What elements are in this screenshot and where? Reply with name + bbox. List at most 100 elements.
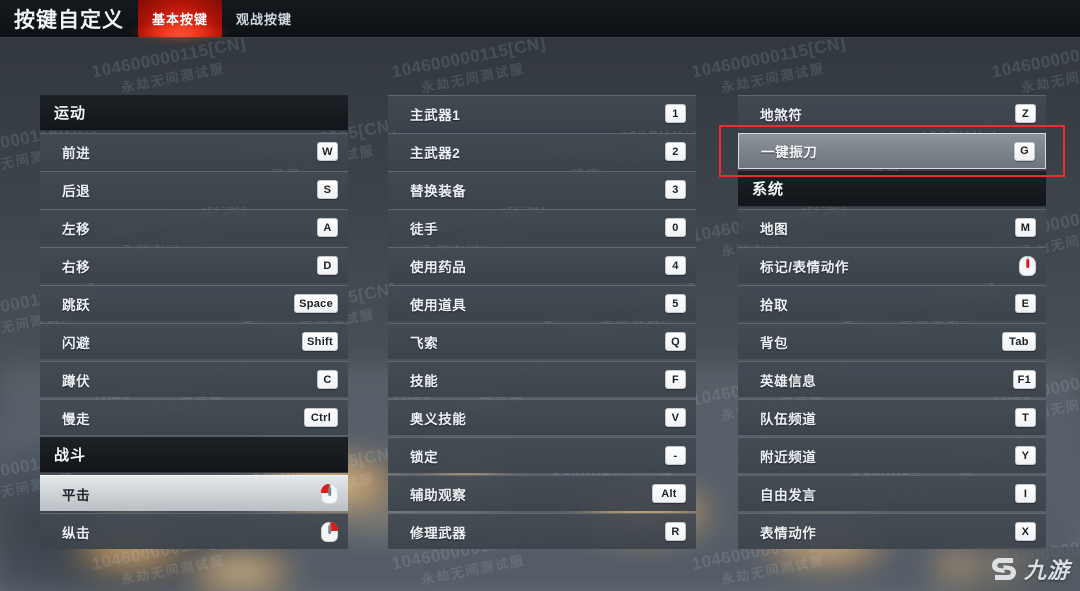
keybind-label: 主武器2 [410, 145, 461, 161]
keybind-label: 背包 [760, 335, 789, 351]
keybind-row[interactable]: 后退 S [40, 171, 348, 207]
keybind-key-badge[interactable]: I [1015, 484, 1036, 503]
keybind-row[interactable]: 平击 [40, 475, 348, 511]
keybind-row[interactable]: 使用药品 4 [388, 247, 696, 283]
keybind-row[interactable]: 闪避 Shift [40, 323, 348, 359]
keybind-key-badge[interactable]: F [665, 370, 686, 389]
keybind-label: 纵击 [62, 525, 91, 541]
keybind-row[interactable]: 跳跃 Space [40, 285, 348, 321]
keybind-row[interactable]: 标记/表情动作 [738, 247, 1046, 283]
keybind-row[interactable]: 奥义技能 V [388, 399, 696, 435]
keybind-key-badge[interactable]: Z [1015, 104, 1036, 123]
keybind-label: 右移 [62, 259, 91, 275]
keybind-row[interactable]: 技能 F [388, 361, 696, 397]
keybind-key-badge[interactable]: Tab [1002, 332, 1036, 351]
keybind-key-badge[interactable]: Alt [652, 484, 686, 503]
keybind-label: 一键振刀 [761, 145, 818, 160]
keybind-row[interactable]: 自由发言 I [738, 475, 1046, 511]
keybind-key-badge[interactable]: V [665, 408, 686, 427]
keybind-key-badge[interactable]: D [317, 256, 338, 275]
title-bar: 按键自定义 基本按键 观战按键 [0, 0, 1080, 38]
keybind-row[interactable]: 飞索 Q [388, 323, 696, 359]
keybind-label: 地图 [760, 221, 789, 237]
keybind-row[interactable]: 使用道具 5 [388, 285, 696, 321]
mouse-left-button-icon [321, 483, 338, 504]
keybind-row[interactable]: 慢走 Ctrl [40, 399, 348, 435]
keybind-label: 使用道具 [410, 297, 467, 313]
keybind-key-badge[interactable]: X [1015, 522, 1036, 541]
keybind-label: 跳跃 [62, 297, 91, 313]
keybind-label: 锁定 [410, 449, 439, 465]
keybind-key-badge[interactable]: 4 [665, 256, 686, 275]
keybind-label: 英雄信息 [760, 373, 817, 389]
keybind-label: 地煞符 [760, 107, 803, 123]
keybind-label: 后退 [62, 183, 91, 199]
keybind-row[interactable]: 右移 D [40, 247, 348, 283]
keybind-row[interactable]: 徒手 0 [388, 209, 696, 245]
mouse-middle-button-icon [1019, 255, 1036, 276]
keybind-row[interactable]: 主武器2 2 [388, 133, 696, 169]
column-3: 地煞符 Z 一键振刀 G 系统 地图 M 标记/表情动作 拾取 E 背包 Tab 英雄信息 F1 队伍频道 T… [719, 95, 1065, 551]
keybind-key-badge[interactable]: 2 [665, 142, 686, 161]
keybind-key-badge[interactable]: 5 [665, 294, 686, 313]
keybind-label: 自由发言 [760, 487, 817, 503]
keybind-key-badge[interactable]: S [317, 180, 338, 199]
keybind-key-badge[interactable]: C [317, 370, 338, 389]
keybind-row[interactable]: 辅助观察 Alt [388, 475, 696, 511]
keybind-key-badge[interactable]: E [1015, 294, 1036, 313]
keybind-row[interactable]: 英雄信息 F1 [738, 361, 1046, 397]
keybind-label: 前进 [62, 145, 91, 161]
page-title: 按键自定义 [14, 9, 124, 32]
keybind-label: 闪避 [62, 335, 91, 351]
keybind-key-badge[interactable]: Y [1015, 446, 1036, 465]
keybind-row[interactable]: 替换装备 3 [388, 171, 696, 207]
keybind-label: 拾取 [760, 297, 789, 313]
keybind-row[interactable]: 锁定 - [388, 437, 696, 473]
keybind-key-badge[interactable]: A [317, 218, 338, 237]
keybind-label: 主武器1 [410, 107, 461, 123]
column-2: 主武器1 1 主武器2 2 替换装备 3 徒手 0 使用药品 4 使用道具 5 飞索 Q 技能 F 奥义技能 V 锁… [388, 95, 696, 551]
keybind-label: 蹲伏 [62, 373, 91, 389]
jiuyou-logo-icon [989, 554, 1019, 584]
keybind-label: 奥义技能 [410, 411, 467, 427]
keybind-row[interactable]: 修理武器 R [388, 513, 696, 549]
tab-spectate-keys[interactable]: 观战按键 [222, 0, 306, 37]
keybind-label: 表情动作 [760, 525, 817, 541]
tab-basic-keys-label: 基本按键 [152, 11, 209, 27]
keybind-row[interactable]: 队伍频道 T [738, 399, 1046, 435]
keybind-key-badge[interactable]: 1 [665, 104, 686, 123]
keybind-label: 队伍频道 [760, 411, 817, 427]
keybind-key-badge[interactable]: M [1015, 218, 1036, 237]
section-header: 运动 [40, 95, 348, 131]
keybind-row[interactable]: 纵击 [40, 513, 348, 549]
keybind-key-badge[interactable]: W [317, 142, 338, 161]
keybind-key-badge[interactable]: - [665, 446, 686, 465]
keybind-key-badge[interactable]: 3 [665, 180, 686, 199]
keybind-row[interactable]: 地煞符 Z [738, 95, 1046, 131]
keybind-row[interactable]: 地图 M [738, 209, 1046, 245]
keybind-key-badge[interactable]: G [1014, 141, 1035, 161]
keybind-key-badge[interactable]: Shift [302, 332, 338, 351]
keybind-key-badge[interactable]: T [1015, 408, 1036, 427]
keybind-row[interactable]: 一键振刀 G [719, 125, 1065, 177]
keybind-columns: 运动 前进 W 后退 S 左移 A 右移 D 跳跃 Space 闪避 Shift 蹲伏 C 慢走 Ctrl 战斗平… [0, 38, 1080, 591]
keybind-row[interactable]: 表情动作 X [738, 513, 1046, 549]
keybind-row[interactable]: 拾取 E [738, 285, 1046, 321]
keybind-row[interactable]: 蹲伏 C [40, 361, 348, 397]
keybind-row[interactable]: 附近频道 Y [738, 437, 1046, 473]
keybind-label: 徒手 [410, 221, 439, 237]
keybind-label: 辅助观察 [410, 487, 467, 503]
mouse-right-button-icon [321, 521, 338, 542]
keybind-key-badge[interactable]: Q [665, 332, 686, 351]
jiuyou-watermark-logo: 九游 [989, 553, 1070, 585]
tab-basic-keys[interactable]: 基本按键 [138, 0, 223, 37]
keybind-row[interactable]: 背包 Tab [738, 323, 1046, 359]
keybind-row[interactable]: 左移 A [40, 209, 348, 245]
keybind-row[interactable]: 主武器1 1 [388, 95, 696, 131]
keybind-key-badge[interactable]: R [665, 522, 686, 541]
keybind-row[interactable]: 前进 W [40, 133, 348, 169]
keybind-key-badge[interactable]: F1 [1012, 370, 1036, 389]
keybind-key-badge[interactable]: 0 [665, 218, 686, 237]
keybind-key-badge[interactable]: Space [294, 294, 338, 313]
keybind-key-badge[interactable]: Ctrl [304, 408, 338, 427]
